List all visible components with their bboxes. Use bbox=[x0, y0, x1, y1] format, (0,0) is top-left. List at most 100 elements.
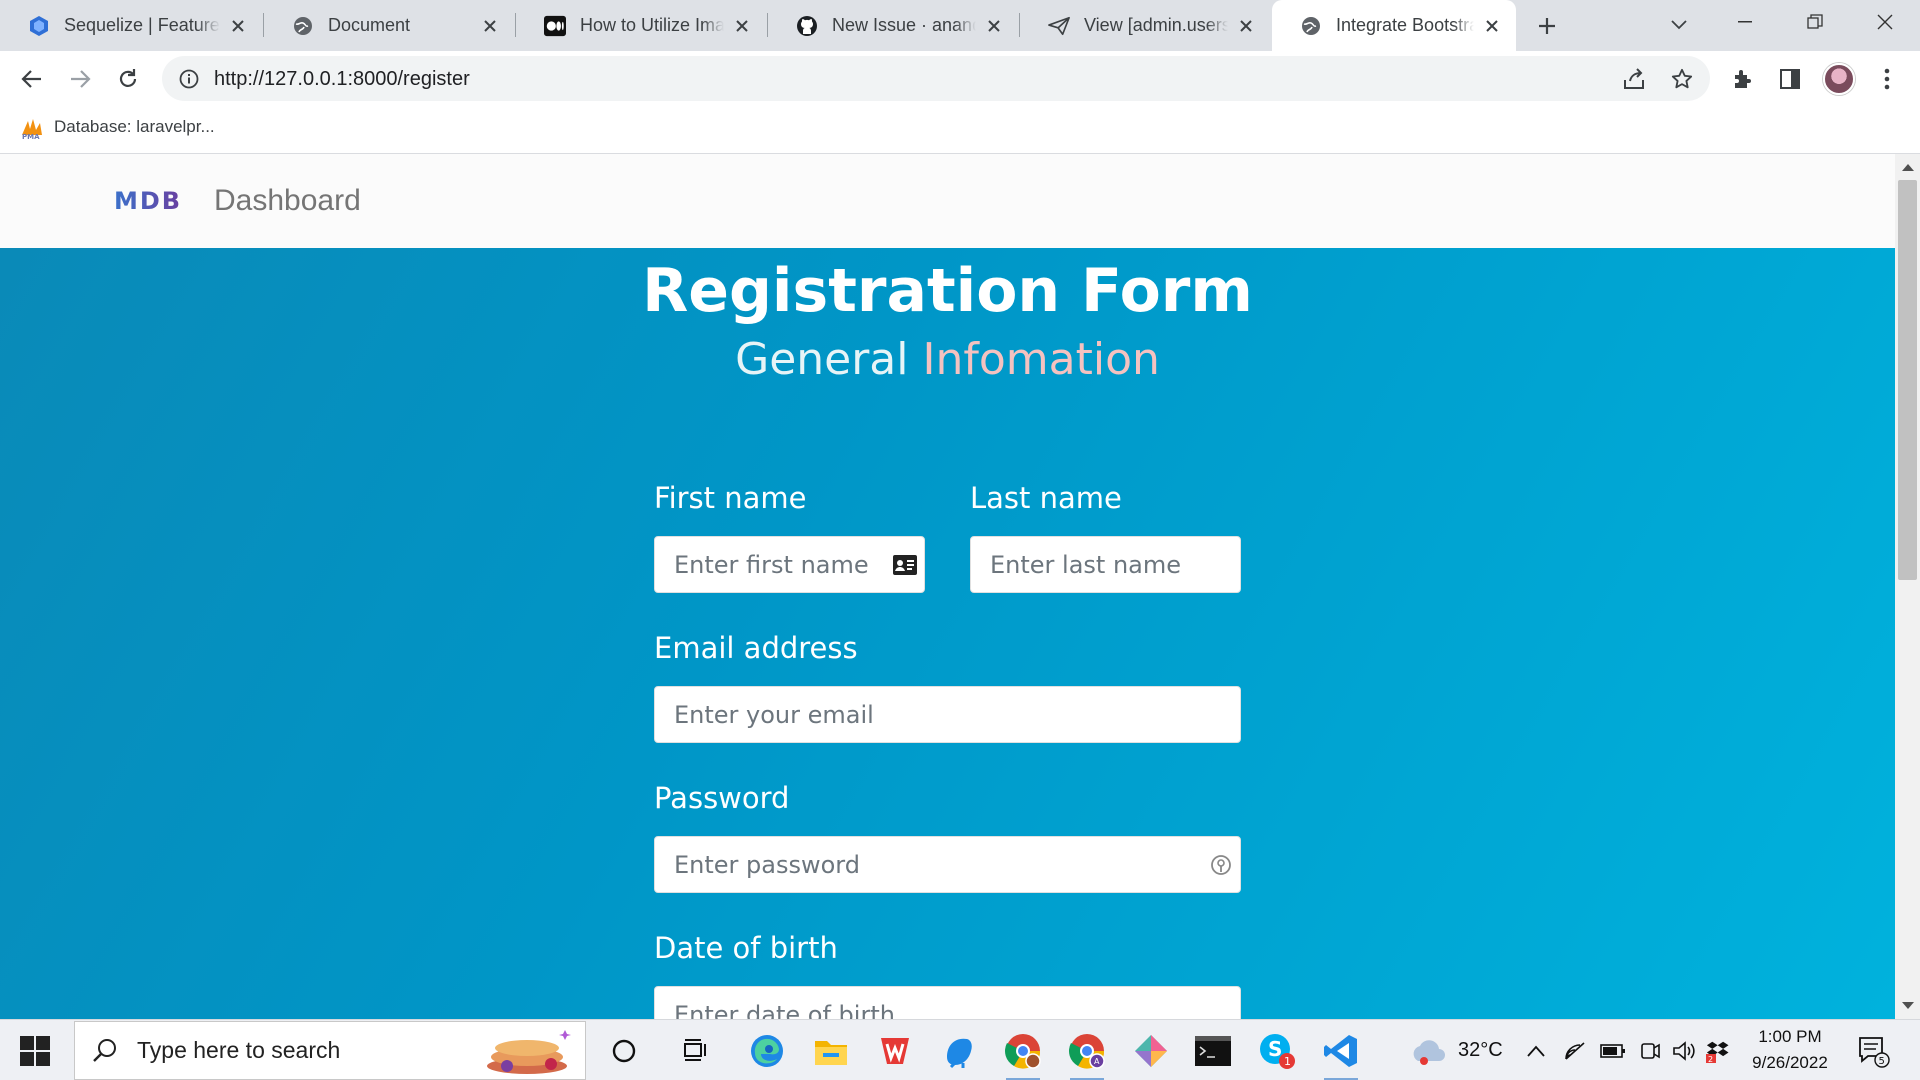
skype-icon: S1 bbox=[1260, 1034, 1295, 1069]
tab-medium[interactable]: How to Utilize Imag bbox=[516, 0, 766, 51]
side-panel-icon bbox=[1780, 69, 1800, 89]
task-view-icon bbox=[684, 1039, 706, 1061]
tab-github[interactable]: New Issue · anand3 bbox=[768, 0, 1018, 51]
scroll-down-icon[interactable] bbox=[1902, 1002, 1914, 1009]
kebab-menu-icon bbox=[1884, 68, 1890, 90]
window-controls bbox=[1710, 0, 1920, 44]
weather-widget[interactable]: 32°C bbox=[1408, 1020, 1503, 1080]
skype-badge: 1 bbox=[1284, 1055, 1291, 1068]
menu-button[interactable] bbox=[1870, 62, 1904, 96]
extensions-button[interactable] bbox=[1726, 62, 1760, 96]
close-tab-icon[interactable] bbox=[732, 16, 752, 36]
terminal-button[interactable] bbox=[1192, 1030, 1234, 1072]
battery-icon[interactable] bbox=[1600, 1043, 1626, 1059]
url-text[interactable]: http://127.0.0.1:8000/register bbox=[214, 68, 470, 91]
volume-icon[interactable] bbox=[1672, 1040, 1696, 1062]
mysql-workbench-button[interactable] bbox=[938, 1030, 980, 1072]
page-subtitle: General Infomation bbox=[0, 334, 1895, 385]
close-tab-icon[interactable] bbox=[480, 16, 500, 36]
file-explorer-button[interactable] bbox=[810, 1030, 852, 1072]
browser-toolbar: http://127.0.0.1:8000/register bbox=[0, 51, 1920, 106]
chevron-up-icon[interactable] bbox=[1526, 1044, 1546, 1058]
git-kraken-icon bbox=[1135, 1035, 1167, 1067]
contact-card-icon bbox=[890, 551, 920, 579]
brand-logo[interactable]: MDB bbox=[114, 187, 182, 215]
bookmark-star-button[interactable] bbox=[1668, 65, 1696, 93]
chrome-icon bbox=[1005, 1034, 1041, 1069]
wps-office-button[interactable] bbox=[874, 1030, 916, 1072]
restore-button[interactable] bbox=[1780, 0, 1850, 44]
star-icon bbox=[1671, 68, 1693, 89]
share-button[interactable] bbox=[1620, 65, 1648, 93]
reload-button[interactable] bbox=[110, 61, 146, 97]
page-title: Registration Form bbox=[642, 256, 1253, 326]
terminal-icon bbox=[1195, 1036, 1231, 1066]
first-name-input[interactable]: Enter first name bbox=[654, 536, 925, 593]
tab-document[interactable]: Document bbox=[264, 0, 514, 51]
password-label: Password bbox=[654, 781, 790, 815]
new-tab-button[interactable] bbox=[1532, 11, 1562, 41]
search-highlight-icon bbox=[487, 1030, 571, 1074]
profile-button[interactable] bbox=[1822, 62, 1856, 96]
last-name-input[interactable]: Enter last name bbox=[970, 536, 1241, 593]
tab-title: How to Utilize Imag bbox=[580, 15, 724, 35]
site-navbar: MDB Dashboard bbox=[0, 154, 1895, 248]
cortana-button[interactable] bbox=[603, 1030, 645, 1072]
scroll-thumb[interactable] bbox=[1898, 180, 1917, 580]
taskbar-clock[interactable]: 1:00 PM 9/26/2022 bbox=[1740, 1024, 1840, 1076]
medium-icon bbox=[544, 15, 566, 37]
close-tab-icon[interactable] bbox=[228, 16, 248, 36]
email-input[interactable]: Enter your email bbox=[654, 686, 1241, 743]
taskbar-search[interactable]: Type here to search bbox=[74, 1021, 586, 1080]
notifications-button[interactable]: 5 bbox=[1852, 1030, 1894, 1072]
close-tab-icon[interactable] bbox=[1236, 16, 1256, 36]
meet-now-icon[interactable] bbox=[1640, 1040, 1660, 1062]
windows-start-icon[interactable] bbox=[20, 1036, 50, 1066]
dob-input[interactable]: Enter date of birth bbox=[654, 986, 1241, 1019]
wifi-icon[interactable] bbox=[1564, 1041, 1586, 1061]
tab-search-button[interactable] bbox=[1664, 10, 1694, 40]
page-scrollbar[interactable] bbox=[1895, 154, 1920, 1019]
scroll-up-icon[interactable] bbox=[1902, 164, 1914, 171]
url-path: :8000/register bbox=[347, 68, 470, 90]
password-input[interactable]: Enter password bbox=[654, 836, 1241, 893]
fingerprint-icon[interactable] bbox=[1206, 851, 1236, 879]
send-icon bbox=[1048, 15, 1070, 37]
chrome-profile-button[interactable]: A bbox=[1066, 1030, 1108, 1080]
dob-label: Date of birth bbox=[654, 931, 838, 965]
info-icon[interactable] bbox=[178, 68, 200, 90]
forward-button[interactable] bbox=[62, 61, 98, 97]
tab-strip: Sequelize | Feature Document How to Util… bbox=[0, 0, 1920, 51]
dropbox-icon[interactable]: 2 bbox=[1706, 1039, 1730, 1063]
close-tab-icon[interactable] bbox=[984, 16, 1004, 36]
minimize-button[interactable] bbox=[1710, 0, 1780, 44]
bookmarks-bar: PMA Database: laravelpr... bbox=[0, 106, 1920, 154]
cortana-icon bbox=[612, 1039, 636, 1063]
skype-button[interactable]: S1 bbox=[1256, 1030, 1298, 1072]
address-bar[interactable]: http://127.0.0.1:8000/register bbox=[162, 56, 1710, 101]
share-icon bbox=[1624, 68, 1644, 89]
close-tab-icon[interactable] bbox=[1482, 16, 1502, 36]
dob-placeholder: Enter date of birth bbox=[674, 1000, 895, 1020]
reload-icon bbox=[119, 69, 137, 87]
back-button[interactable] bbox=[14, 61, 50, 97]
edge-button[interactable] bbox=[746, 1030, 788, 1072]
vscode-button[interactable] bbox=[1320, 1030, 1362, 1080]
tab-sequelize[interactable]: Sequelize | Feature bbox=[0, 0, 262, 51]
chrome-button[interactable] bbox=[1002, 1030, 1044, 1080]
taskbar-search-placeholder: Type here to search bbox=[137, 1037, 341, 1063]
svg-text:PMA: PMA bbox=[22, 133, 40, 139]
first-name-label: First name bbox=[654, 481, 807, 515]
tab-admin-users[interactable]: View [admin.users.i bbox=[1020, 0, 1270, 51]
bookmark-database[interactable]: PMA Database: laravelpr... bbox=[20, 115, 215, 139]
restore-icon bbox=[1807, 14, 1823, 29]
minimize-icon bbox=[1738, 21, 1752, 23]
tab-integrate-bootstrap[interactable]: Integrate Bootstrap bbox=[1272, 0, 1516, 51]
task-view-button[interactable] bbox=[674, 1030, 716, 1072]
clock-time: 1:00 PM bbox=[1758, 1027, 1822, 1046]
git-app-button[interactable] bbox=[1130, 1030, 1172, 1072]
nav-link-dashboard[interactable]: Dashboard bbox=[214, 184, 361, 218]
side-panel-button[interactable] bbox=[1773, 62, 1807, 96]
notification-icon: 5 bbox=[1859, 1037, 1890, 1068]
close-window-button[interactable] bbox=[1850, 0, 1920, 44]
